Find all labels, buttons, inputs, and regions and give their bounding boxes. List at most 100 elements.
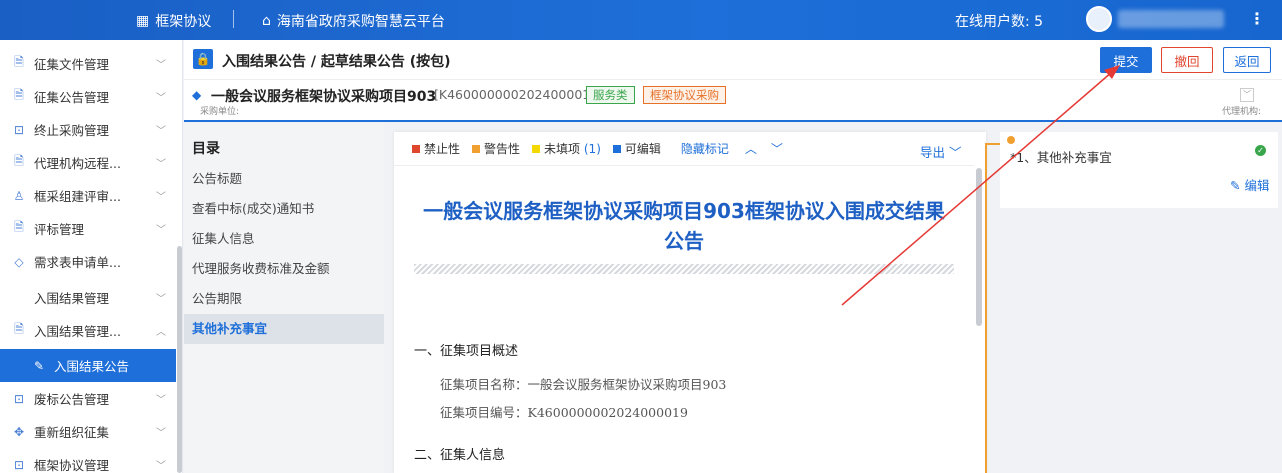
toc-item[interactable]: 公告期限 [184,284,384,314]
project-code-line: 征集项目编号：K4600000002024000019 [440,405,688,420]
table-of-contents: 目录 公告标题 查看中标(成交)通知书 征集人信息 代理服务收费标准及金额 公告… [184,124,384,473]
pencil-icon: ✎ [1230,178,1241,193]
legend-editable: 可编辑 [612,140,661,157]
sidebar-item-agreement[interactable]: ⊡ 框架协议管理 ﹀ [0,448,176,473]
username-blurred[interactable] [1118,10,1224,28]
file-announce-icon: 🗎 [14,88,24,102]
section-heading: 二、征集人信息 [414,448,506,463]
toc-item[interactable]: 查看中标(成交)通知书 [184,194,384,224]
orange-square-icon [472,144,481,153]
chevron-down-icon: ﹀ [156,60,166,71]
platform-link[interactable]: ⌂ 海南省政府采购智慧云平台 [262,11,445,31]
sidebar-item-label: 需求表申请单... [34,255,121,270]
sidebar-item-collect-announce[interactable]: 🗎 征集公告管理 ﹀ [0,80,176,113]
sidebar-item-label: 代理机构远程... [34,156,121,171]
sidebar-item-result-announce[interactable]: ✎ 入围结果公告 [0,349,176,382]
legend-label: 未填项 [544,142,581,156]
export-menu[interactable]: 导出 ﹀ [920,142,962,161]
brand-label: 框架协议 [155,14,212,30]
legend-warning: 警告性 [472,140,520,157]
timeline-dot-icon [1007,136,1015,144]
sidebar-item-label: 废标公告管理 [34,392,110,407]
timeline-line [985,143,987,473]
supplement-item[interactable]: *1、其他补充事宜 [1010,147,1112,166]
void-icon: ⊡ [13,391,25,406]
sidebar-item-label: 框架协议管理 [34,458,110,473]
layers-icon: ◆ [192,88,202,102]
file-doc-icon: 🗎 [14,55,24,69]
legend-bar: 禁止性 警告性 未填项 (1) 可编辑 隐藏标记 ︿ ﹀ 导出 ﹀ [394,132,974,166]
toc-item-active[interactable]: 其他补充事宜 [184,314,384,344]
chevron-down-icon: ﹀ [156,126,166,137]
top-header: ▦ 框架协议 ⌂ 海南省政府采购智慧云平台 在线用户数: 5 ⋮ [0,0,1282,40]
toc-item[interactable]: 征集人信息 [184,224,384,254]
sidebar-item-label: 入围结果管理... [34,324,121,339]
sidebar-item-label: 征集文件管理 [34,57,110,72]
chevron-down-icon: ﹀ [156,192,166,203]
grid-icon: ✥ [13,424,25,439]
sidebar-item-label: 重新组织征集 [34,425,110,440]
header-divider [233,10,234,28]
more-menu-icon[interactable]: ⋮ [1249,9,1265,28]
edit-button[interactable]: ✎ 编辑 [1230,175,1269,194]
section-heading: 一、征集项目概述 [414,344,519,359]
diamond-icon: ◇ [14,254,24,269]
project-name-line: 征集项目名称：一般会议服务框架协议采购项目903 [440,377,727,392]
project-code: [K4600000002024000019] [434,87,604,102]
sidebar: 🗎 征集文件管理 ﹀ 🗎 征集公告管理 ﹀ ⊡ 终止采购管理 ﹀ 🗎 代理机构远… [0,40,183,473]
procurement-unit-label: 采购单位: [200,107,240,117]
blue-square-icon [612,144,621,153]
chevron-down-icon[interactable]: ﹀ [771,140,783,157]
red-square-icon [412,144,420,153]
hide-marks-link[interactable]: 隐藏标记 [681,140,729,157]
legend-forbidden: 禁止性 [412,140,460,157]
sidebar-item-label: 入围结果公告 [54,359,130,374]
sidebar-item-collect-files[interactable]: 🗎 征集文件管理 ﹀ [0,47,176,80]
sidebar-item-review-team[interactable]: ♙ 框采组建评审... ﹀ [0,179,176,212]
sidebar-item-result-mgmt-2[interactable]: 🗎 入围结果管理... ︿ [0,314,176,347]
toc-item[interactable]: 公告标题 [184,164,384,194]
sidebar-scrollbar[interactable] [177,246,182,473]
page-header: 🔒 入围结果公告 / 起草结果公告 (按包) 提交 撤回 返回 [184,40,1282,80]
brand-menu[interactable]: ▦ 框架协议 [136,11,211,31]
revoke-button[interactable]: 撤回 [1161,47,1213,73]
unfilled-count[interactable]: (1) [584,142,601,156]
stop-icon: ⊡ [13,122,25,137]
chevron-up-icon[interactable]: ︿ [745,140,757,157]
submit-button[interactable]: 提交 [1100,47,1152,73]
sidebar-item-evaluate[interactable]: 🗎 评标管理 ﹀ [0,212,176,245]
lock-icon: 🔒 [193,49,213,69]
avatar[interactable] [1086,6,1112,32]
chevron-down-icon: ﹀ [156,159,166,170]
sidebar-item-demand-form[interactable]: ◇ 需求表申请单... [0,245,176,278]
toc-title: 目录 [192,141,220,157]
yellow-square-icon [532,144,541,153]
sidebar-item-result-mgmt[interactable]: 入围结果管理 ﹀ [0,281,176,314]
hatched-divider [414,264,954,274]
legend-unfilled[interactable]: 未填项 (1) [532,140,601,157]
sidebar-item-void-announce[interactable]: ⊡ 废标公告管理 ﹀ [0,382,176,415]
document-panel: 禁止性 警告性 未填项 (1) 可编辑 隐藏标记 ︿ ﹀ 导出 ﹀ 一般会议服务… [394,132,986,473]
project-bar: ◆ 一般会议服务框架协议采购项目903 [K460000000202400001… [184,80,1282,122]
chevron-down-icon: ﹀ [156,461,166,472]
sidebar-item-reorganize[interactable]: ✥ 重新组织征集 ﹀ [0,415,176,448]
sidebar-item-terminate[interactable]: ⊡ 终止采购管理 ﹀ [0,113,176,146]
chevron-down-icon: ﹀ [156,225,166,236]
agency-label: 代理机构: [1222,107,1262,117]
back-button[interactable]: 返回 [1223,47,1271,73]
grid-icon: ▦ [136,13,150,29]
online-users: 在线用户数: 5 [955,14,1044,30]
result-icon: 🗎 [14,322,24,336]
expand-icon[interactable]: ﹀ [1240,88,1254,102]
toc-item[interactable]: 代理服务收费标准及金额 [184,254,384,284]
project-title: 一般会议服务框架协议采购项目903 [211,89,437,105]
sidebar-item-agency-remote[interactable]: 🗎 代理机构远程... ﹀ [0,146,176,179]
sidebar-item-label: 框采组建评审... [34,189,121,204]
service-tag: 服务类 [586,86,635,104]
edit-doc-icon: ✎ [33,358,45,373]
legend-label: 禁止性 [424,142,461,156]
check-icon: ✓ [1255,145,1266,156]
legend-label: 警告性 [484,142,521,156]
chevron-down-icon: ﹀ [156,428,166,439]
document-scrollbar[interactable] [976,168,982,326]
